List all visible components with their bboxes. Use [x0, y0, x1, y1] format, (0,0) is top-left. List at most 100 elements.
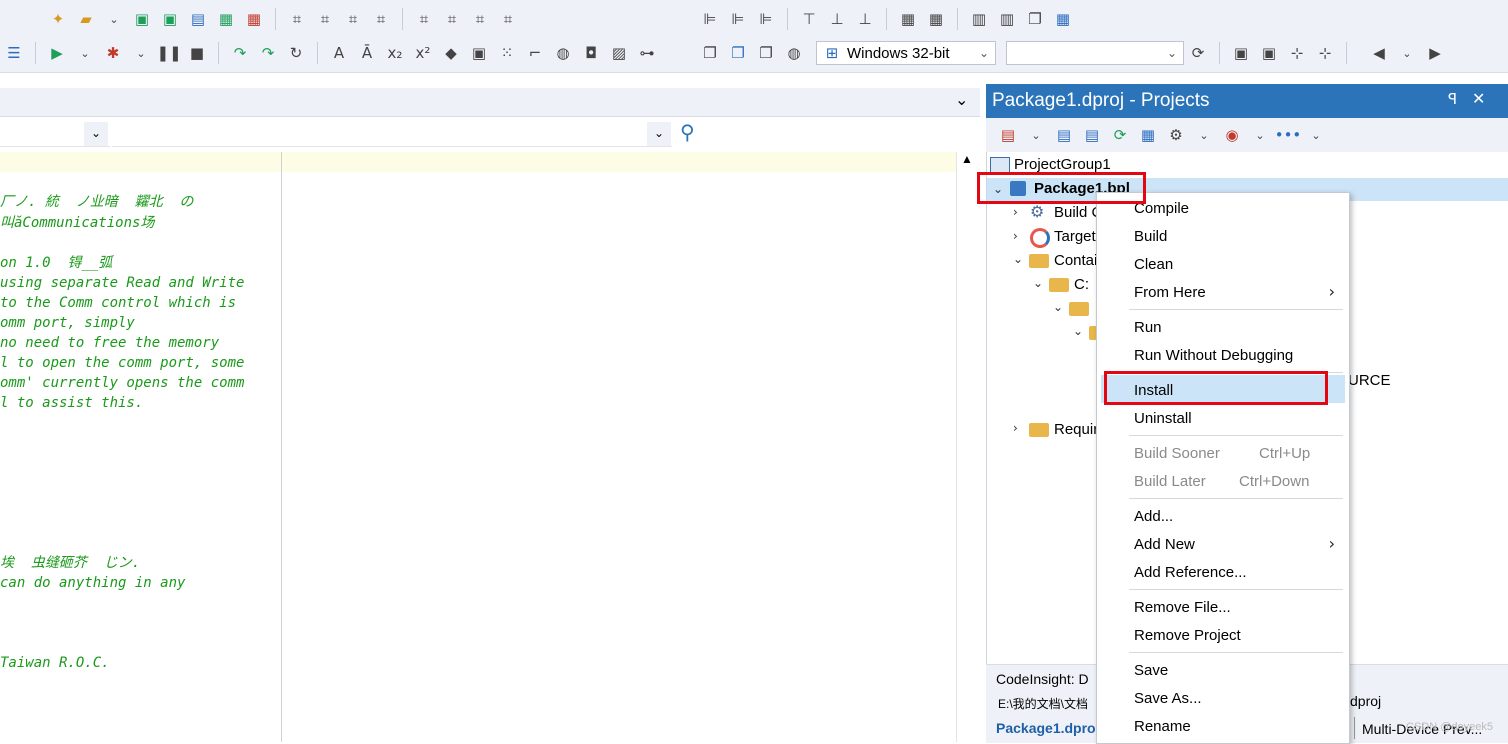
add-icon[interactable]: ▤ [1053, 124, 1075, 146]
platform-combo[interactable]: ⊞ Windows 32-bit ⌄ [816, 41, 996, 65]
layout-icon[interactable]: ▣ [1230, 42, 1252, 64]
chevron-down-icon[interactable]: ⌄ [647, 122, 671, 146]
editor-scrollbar[interactable]: ▲ [956, 152, 979, 742]
layers-icon[interactable]: ❐ [755, 42, 777, 64]
add-file-icon[interactable]: ▦ [215, 8, 237, 30]
config-combo[interactable]: ⌄ [1006, 41, 1184, 65]
chevron-down-icon[interactable]: ⌄ [103, 8, 125, 30]
run-to-cursor-icon[interactable]: ↻ [285, 42, 307, 64]
crop-icon[interactable]: ⌐ [524, 42, 546, 64]
remove-file-icon[interactable]: ▦ [243, 8, 265, 30]
superscript-icon[interactable]: x² [412, 42, 434, 64]
chevron-down-icon[interactable]: ⌄ [1193, 124, 1215, 146]
menu-item-from-here[interactable]: From Here [1134, 284, 1344, 301]
align-icon[interactable]: ⌗ [342, 8, 364, 30]
menu-lines-icon[interactable]: ☰ [3, 42, 25, 64]
menu-item-remove-file[interactable]: Remove File... [1134, 599, 1231, 616]
method-combo[interactable] [112, 122, 672, 147]
align-right-icon[interactable]: ⊫ [727, 8, 749, 30]
expand-icon[interactable]: ▦ [1137, 124, 1159, 146]
layout-icon[interactable]: ⊹ [1286, 42, 1308, 64]
menu-item-uninstall[interactable]: Uninstall [1134, 410, 1192, 427]
tab-order-icon[interactable]: ▦ [1052, 8, 1074, 30]
chevron-right-icon[interactable]: › [1013, 205, 1018, 219]
align-icon[interactable]: ⌗ [286, 8, 308, 30]
tree-item-resource[interactable]: URCE [1348, 372, 1391, 389]
sync-icon[interactable]: ⟳ [1109, 124, 1131, 146]
dots-grid-icon[interactable]: ⁙ [496, 42, 518, 64]
chevron-down-icon[interactable]: ⌄ [1025, 124, 1047, 146]
menu-item-run[interactable]: Run [1134, 319, 1162, 336]
stop-icon[interactable]: ■ [186, 42, 208, 64]
chevron-down-icon[interactable]: ⌄ [1053, 300, 1063, 314]
more-icon[interactable]: ••• [1275, 124, 1302, 146]
save-all-icon[interactable]: ▣ [159, 8, 181, 30]
globe-icon[interactable]: ◍ [552, 42, 574, 64]
space-icon[interactable]: ⌗ [469, 8, 491, 30]
chevron-down-icon[interactable]: ⌄ [1305, 124, 1327, 146]
image-icon[interactable]: ▨ [608, 42, 630, 64]
tree-item-target-platforms[interactable]: Target [1054, 228, 1096, 245]
menu-item-save-as[interactable]: Save As... [1134, 690, 1202, 707]
menu-item-remove-project[interactable]: Remove Project [1134, 627, 1241, 644]
menu-item-build-later[interactable]: Build Later [1134, 473, 1206, 490]
copy-icon[interactable]: ❐ [1024, 8, 1046, 30]
globe-icon[interactable]: ◍ [783, 42, 805, 64]
chevron-down-icon[interactable]: ⌄ [1073, 324, 1083, 338]
chevron-down-icon[interactable]: ⌄ [955, 90, 968, 109]
grid-icon[interactable]: ▦ [925, 8, 947, 30]
menu-item-run-without-debugging[interactable]: Run Without Debugging [1134, 347, 1293, 364]
pin-icon[interactable]: ꟼ [1448, 90, 1457, 108]
size-icon[interactable]: ▥ [996, 8, 1018, 30]
align-icon[interactable]: ⌗ [314, 8, 336, 30]
chevron-right-icon[interactable]: › [1013, 229, 1018, 243]
forward-arrow-icon[interactable]: ▶ [1424, 42, 1446, 64]
refresh-icon[interactable]: ⟳ [1187, 42, 1209, 64]
scroll-up-icon[interactable]: ▲ [961, 152, 973, 166]
align-bottom-icon[interactable]: ⊥ [826, 8, 848, 30]
open-folder-icon[interactable]: ▰ [75, 8, 97, 30]
font-icon[interactable]: A [328, 42, 350, 64]
menu-item-build[interactable]: Build [1134, 228, 1167, 245]
copy-icon[interactable]: ❐ [699, 42, 721, 64]
subscript-icon[interactable]: x₂ [384, 42, 406, 64]
align-top-icon[interactable]: ⊤ [798, 8, 820, 30]
chevron-down-icon[interactable]: ⌄ [74, 42, 96, 64]
chevron-down-icon[interactable]: ⌄ [84, 122, 108, 146]
align-left-icon[interactable]: ⊫ [699, 8, 721, 30]
menu-item-rename[interactable]: Rename [1134, 718, 1191, 735]
menu-item-add-reference[interactable]: Add Reference... [1134, 564, 1247, 581]
back-arrow-icon[interactable]: ◀ [1368, 42, 1390, 64]
space-icon[interactable]: ⌗ [413, 8, 435, 30]
options-icon[interactable]: ⚙ [1165, 124, 1187, 146]
grid-icon[interactable]: ▦ [897, 8, 919, 30]
chevron-down-icon[interactable]: ⌄ [1396, 42, 1418, 64]
frame-icon[interactable]: ▣ [468, 42, 490, 64]
menu-item-build-sooner[interactable]: Build Sooner [1134, 445, 1220, 462]
view-icon[interactable]: ▤ [1081, 124, 1103, 146]
align-middle-icon[interactable]: ⊥ [854, 8, 876, 30]
space-icon[interactable]: ⌗ [497, 8, 519, 30]
chevron-down-icon[interactable]: ⌄ [1249, 124, 1271, 146]
tab-package-project[interactable]: Package1.dpro [996, 720, 1096, 736]
font-size-icon[interactable]: Ā [356, 42, 378, 64]
pause-icon[interactable]: ❚❚ [156, 42, 181, 64]
new-file-icon[interactable]: ✦ [47, 8, 69, 30]
text-image-icon[interactable]: ◘ [580, 42, 602, 64]
window-icon[interactable]: ❐ [727, 42, 749, 64]
run-icon[interactable]: ▶ [46, 42, 68, 64]
size-icon[interactable]: ▥ [968, 8, 990, 30]
open-project-icon[interactable]: ▤ [187, 8, 209, 30]
chevron-down-icon[interactable]: ⌄ [1033, 276, 1043, 290]
chevron-right-icon[interactable]: › [1013, 421, 1018, 435]
step-into-icon[interactable]: ↷ [257, 42, 279, 64]
remove-project-icon[interactable]: ▤ [997, 124, 1019, 146]
close-icon[interactable]: ✕ [1472, 89, 1485, 108]
tree-item-requires[interactable]: Requir [1054, 421, 1098, 438]
search-icon[interactable]: ⚲ [680, 120, 695, 144]
space-icon[interactable]: ⌗ [441, 8, 463, 30]
step-over-icon[interactable]: ↷ [229, 42, 251, 64]
debug-icon[interactable]: ✱ [102, 42, 124, 64]
hierarchy-icon[interactable]: ⊶ [636, 42, 658, 64]
eraser-icon[interactable]: ◆ [440, 42, 462, 64]
